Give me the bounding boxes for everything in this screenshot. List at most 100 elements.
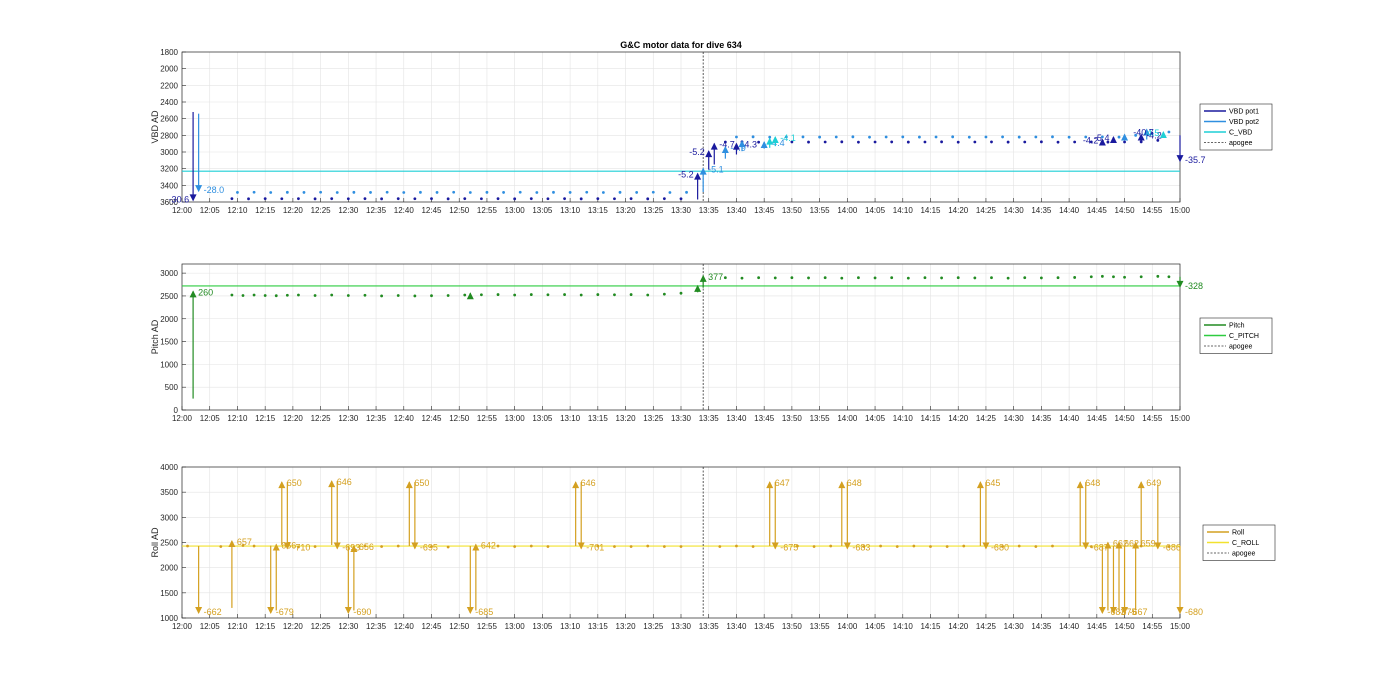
data-point [973,140,977,144]
x-tick-label: 13:55 [810,206,831,215]
y-tick-label: 2500 [160,539,178,548]
event-label: -680 [1185,607,1203,617]
x-tick-label: 14:15 [920,206,941,215]
x-tick-label: 14:05 [865,206,886,215]
y-tick-label: 1000 [160,614,178,623]
data-point [496,293,500,296]
data-point [363,293,367,297]
chart-panel-1: 12:00 12:05 12:10 12:15 12:20 12:25 12:30 12:35… [150,40,1273,215]
data-point [297,293,300,297]
data-point [668,191,672,194]
x-tick-label: 14:00 [837,206,858,215]
x-tick-label: 15:00 [1170,414,1191,423]
x-tick-label: 13:15 [588,622,609,631]
x-tick-label: 12:45 [421,414,442,423]
data-point [884,135,888,139]
data-point [918,135,921,139]
y-tick-label: 2400 [160,98,178,107]
data-point [380,294,383,298]
y-tick-label: 3500 [160,488,178,497]
x-tick-label: 12:25 [311,622,332,631]
data-point [230,293,234,297]
x-tick-label: 12:40 [394,622,415,631]
data-point [285,190,289,194]
x-tick-label: 14:00 [837,414,858,423]
data-point [685,190,688,194]
chart-figure: 12:00 12:05 12:10 12:15 12:20 12:25 12:30 12:35… [150,40,1276,631]
data-point [285,293,289,297]
x-tick-label: 13:15 [588,206,609,215]
data-point [546,293,550,297]
data-point [1067,135,1071,139]
x-tick-label: 13:30 [671,206,692,215]
legend: VBD pot1 VBD pot2 C_VBDapogee [1199,103,1273,151]
data-point [1006,276,1010,280]
event-label: -685 [475,607,493,617]
y-tick-label: 4000 [160,463,178,472]
event-label: 659 [1141,539,1156,549]
x-tick-label: 12:15 [255,414,276,423]
data-point [480,197,483,201]
data-point [934,135,938,139]
event-label: -680 [991,543,1009,553]
x-tick-label: 14:10 [893,414,914,423]
data-point [1056,140,1060,144]
y-tick-label: 2200 [160,81,178,90]
legend-label: VBD pot1 [1229,109,1259,116]
data-point [801,135,805,139]
data-point [718,545,722,548]
x-tick-label: 14:50 [1115,622,1136,631]
y-axis-label: Roll AD [150,527,160,558]
data-point [346,197,350,201]
data-point [629,293,633,296]
x-tick-label: 14:05 [865,414,886,423]
data-point [601,191,605,194]
data-point [962,544,966,548]
data-point [563,293,566,296]
data-point [452,190,456,194]
event-label: -686 [1163,543,1181,553]
data-point [369,191,372,194]
data-point [1051,135,1054,139]
chart-panel-3: 12:00 12:05 12:10 12:15 12:20 12:25 12:30 12:35… [150,463,1276,631]
x-tick-label: 14:10 [893,622,914,631]
data-point [940,276,943,280]
data-point [297,197,300,201]
x-tick-label: 12:35 [366,414,387,423]
data-point [679,197,683,201]
x-tick-label: 12:40 [394,414,415,423]
x-tick-label: 13:55 [810,414,831,423]
x-tick-label: 13:45 [754,206,775,215]
y-tick-label: 1500 [160,589,178,598]
data-point [662,197,666,201]
event-marker: -680 [1176,546,1203,617]
x-tick-label: 14:20 [948,206,969,215]
data-point [1100,274,1104,278]
event-label: -701 [586,543,604,553]
data-point [446,545,450,549]
y-tick-label: 1800 [160,48,178,57]
data-point [662,545,666,548]
x-tick-label: 12:25 [311,414,332,423]
x-tick-label: 14:35 [1031,414,1052,423]
data-point [363,197,367,201]
data-point [230,197,234,201]
x-tick-label: 14:20 [948,622,969,631]
data-point [840,140,844,144]
event-label: -662 [204,607,222,617]
data-point [219,545,223,548]
data-point [823,276,827,280]
data-point [956,140,960,144]
data-point [546,197,550,201]
x-tick-label: 14:35 [1031,206,1052,215]
data-point [535,191,539,194]
x-tick-label: 12:05 [200,622,221,631]
x-tick-label: 12:30 [338,414,359,423]
event-label: 645 [985,478,1000,488]
data-point [901,135,905,139]
data-point [723,276,727,280]
data-point [890,276,894,280]
x-tick-label: 12:55 [477,622,498,631]
x-tick-label: 14:30 [1004,414,1025,423]
data-point [895,545,899,548]
